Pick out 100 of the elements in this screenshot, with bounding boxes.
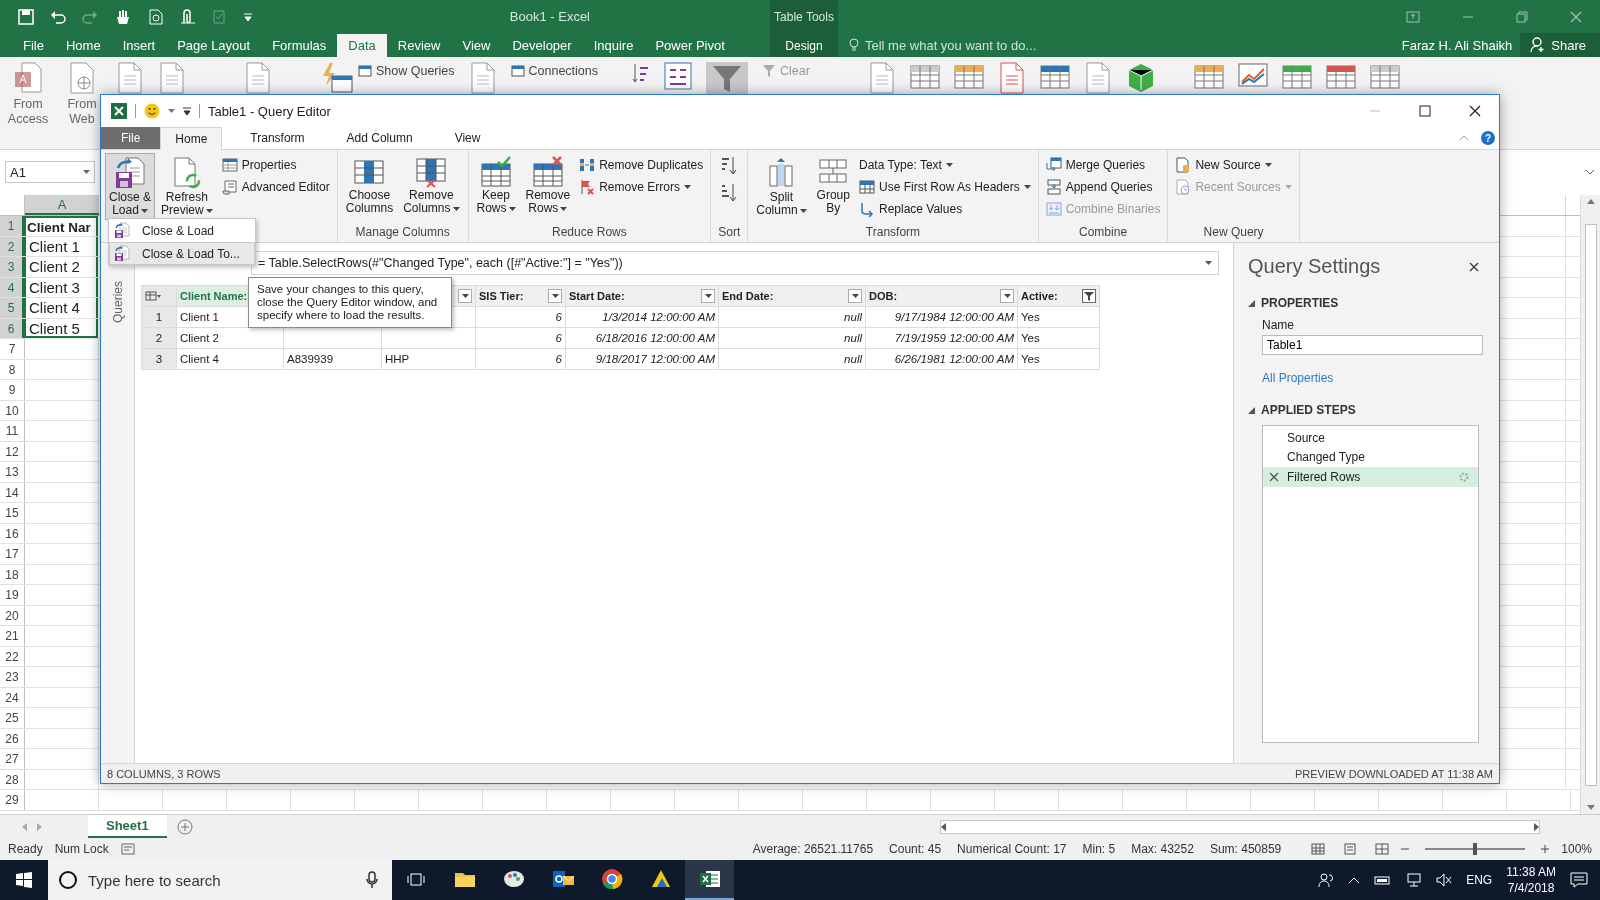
name-field[interactable]: Table1 [1262,335,1483,355]
ribbon-button[interactable]: Data Type: Text [858,155,1031,174]
search-field[interactable]: Type here to search [48,860,392,900]
formula-bar[interactable]: = Table.SelectRows(#"Changed Type", each ([#"Active:"] = "Yes")) [251,251,1219,275]
clock[interactable]: 11:38 AM 7/4/2018 [1506,864,1556,896]
scroll-up-icon [1586,199,1595,204]
column-header[interactable]: Start Date: [569,290,625,302]
ribbon-tab[interactable]: File [12,34,55,57]
zoom-slider-thumb[interactable] [1473,843,1478,855]
column-menu-button[interactable] [548,289,562,303]
ribbon-button[interactable]: New Source [1175,155,1292,174]
column-menu-button[interactable] [458,289,472,303]
applied-step[interactable]: Changed Type [1263,447,1478,467]
scroll-left-icon [941,822,946,831]
ribbon-tab[interactable]: View [440,127,495,149]
caret-icon [1023,184,1031,189]
status-text: Num Lock [54,842,109,856]
caret-icon [560,206,568,211]
touch-mode-icon [114,8,132,25]
cell: Client 2 [24,257,98,277]
ribbon-button[interactable]: From Web [62,62,102,127]
help-button[interactable]: ? [1481,131,1495,145]
zoom-level[interactable]: 100% [1561,842,1592,856]
column-header[interactable]: Client Name: [180,290,248,302]
table-cell: 9/17/1984 12:00:00 AM [865,306,1018,328]
table-cell: 9/18/2017 12:00:00 AM [565,348,719,370]
ribbon-tab[interactable]: Formulas [261,34,338,57]
ribbon-button[interactable]: Append Queries [1045,177,1161,196]
lightbulb-icon [848,38,860,52]
name-box[interactable]: A1 [5,161,95,183]
user-name[interactable]: Faraz H. Ali Shaikh [1401,37,1513,53]
ribbon-tab[interactable]: View [451,34,502,57]
column-header[interactable]: DOB: [869,290,898,302]
ribbon-button[interactable]: Advanced Editor [221,177,330,196]
ribbon-button[interactable]: Choose Columns [341,153,398,218]
tell-me-search[interactable]: Tell me what you want to do... [848,37,1037,53]
section-heading[interactable]: PROPERTIES [1261,296,1339,310]
ribbon-tab[interactable]: Page Layout [166,34,262,57]
ribbon-button[interactable]: Properties [221,155,330,174]
ribbon-tab[interactable]: File [101,127,161,149]
menu-item[interactable]: Close & Load [109,219,255,242]
ribbon-tab[interactable]: Transform [236,127,319,149]
checklist-icon [212,8,228,25]
all-properties-link[interactable]: All Properties [1262,371,1479,385]
ribbon-tab[interactable]: Home [54,34,112,57]
group-label: Reduce Rows [551,225,628,241]
expand-caret-icon [1585,169,1595,175]
ribbon-tab[interactable]: Inquire [582,34,645,57]
ribbon-button[interactable]: Close & Load [105,153,156,220]
ribbon-button[interactable]: Group By [812,153,854,218]
column-menu-button[interactable] [701,289,715,303]
ribbon-button[interactable]: Replace Values [858,199,1031,218]
share-button[interactable]: Share [1520,33,1600,57]
filter-button[interactable] [1082,289,1096,303]
caret-icon [461,294,469,298]
ribbon-tab[interactable]: Insert [111,34,167,57]
ribbon-button[interactable]: Refresh Preview [157,153,217,220]
ribbon-tab[interactable]: Developer [501,34,583,57]
ribbon-button[interactable]: Use First Row As Headers [858,177,1031,196]
ribbon-button[interactable]: Remove Columns [399,153,464,218]
ribbon-tab[interactable]: Add Column [332,127,427,149]
ribbon-button[interactable]: Remove Errors [579,177,704,196]
ribbon-tab[interactable]: Power Pivot [644,34,736,57]
ribbon-display-icon [1406,10,1420,23]
save-document-icon [114,156,146,190]
sheet-tab[interactable]: Sheet1 [88,815,167,838]
ribbon-tab[interactable]: Home [160,127,223,150]
cell: Client 1 [24,236,98,256]
language-indicator[interactable]: ENG [1466,873,1493,887]
ribbon-tab[interactable]: Data [337,34,387,57]
section-heading[interactable]: APPLIED STEPS [1261,403,1356,417]
table-cell: A839939 [283,348,382,370]
ribbon-button[interactable]: Keep Rows [472,153,520,218]
tooltip: Save your changes to this query, close the Query Editor window, and specify where to load the results. [248,277,452,328]
horizontal-scrollbar[interactable] [940,819,1540,834]
row-number: 2 [141,327,177,349]
table-cell: 7/19/1959 12:00:00 AM [865,327,1018,349]
ribbon-button[interactable]: Remove Duplicates [579,155,704,174]
ribbon-button[interactable]: Split Column [752,153,811,220]
people-icon [1318,872,1335,888]
scrollbar-thumb[interactable] [1584,223,1597,786]
ribbon-button[interactable]: Connections [510,62,598,80]
ribbon-tab[interactable]: Review [386,34,452,57]
caret-icon [508,206,516,211]
applied-step[interactable]: Filtered Rows [1263,467,1478,487]
menu-item[interactable]: Close & Load To... [109,242,255,265]
scroll-right-icon [37,822,42,831]
applied-step[interactable]: Source [1263,428,1478,448]
ribbon-button[interactable]: Merge Queries [1045,155,1161,174]
group-label: Sort [717,225,742,241]
row-number: 3 [0,257,24,277]
table-cell: null [718,348,866,370]
column-menu-button[interactable] [848,289,862,303]
column-header[interactable]: A [25,195,99,215]
column-menu-button[interactable] [1000,289,1014,303]
column-header[interactable]: End Date: [722,290,774,302]
ribbon-button[interactable]: Show Queries [358,62,455,80]
queries-pane-label[interactable]: Queries [110,281,125,324]
ribbon-button[interactable]: From Access [8,62,48,127]
ribbon-button[interactable]: Remove Rows [521,153,575,218]
